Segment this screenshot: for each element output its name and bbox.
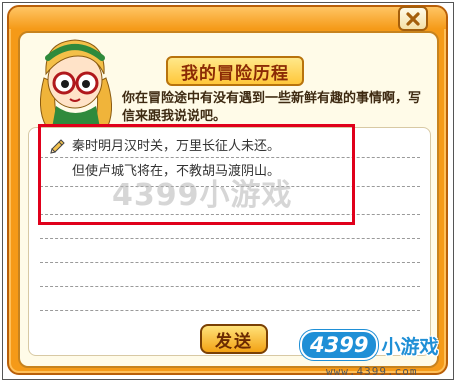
brand-url: www.4399.com [326, 365, 418, 378]
dialog-top-bar [9, 7, 446, 29]
girl-avatar-icon [40, 39, 112, 128]
brand-text: 小游戏 [381, 335, 439, 358]
dialog-title: 我的冒险历程 [166, 56, 304, 86]
close-icon [406, 11, 420, 26]
brand-logo: 4399 小游戏 [300, 330, 456, 360]
ruled-line [40, 262, 420, 263]
send-button[interactable]: 发送 [200, 324, 268, 354]
watermark: 4399小游戏 [112, 178, 293, 213]
ruled-line [40, 238, 420, 239]
dialog-prompt: 你在冒险途中有没有遇到一些新鲜有趣的事情啊，写信来跟我说说吧。 [122, 91, 422, 124]
close-button[interactable] [398, 6, 428, 31]
brand-number: 4399 [300, 330, 379, 360]
ruled-line [40, 286, 420, 287]
ruled-line [40, 310, 420, 311]
